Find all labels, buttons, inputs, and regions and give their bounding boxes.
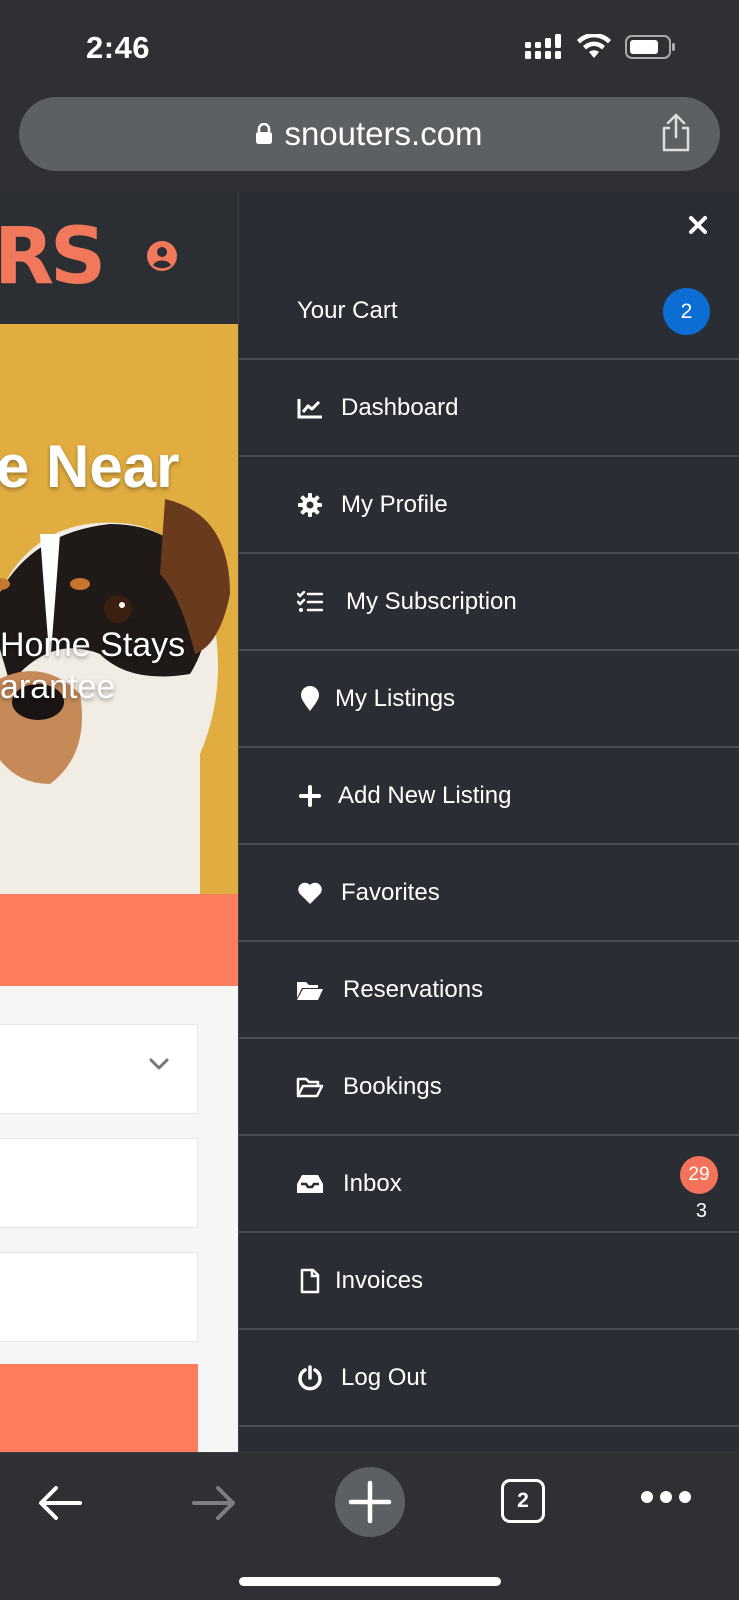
menu-item-label: Bookings (343, 1072, 442, 1100)
close-button[interactable] (683, 210, 713, 240)
browser-toolbar: 2 (0, 1452, 739, 1600)
power-icon (296, 1364, 324, 1392)
plus-icon (296, 782, 324, 810)
folder-open-outline-icon (296, 1073, 324, 1101)
more-menu-button[interactable] (640, 1489, 692, 1505)
hero-banner: e Near Home Stays arantee (0, 324, 239, 894)
arrow-left-icon (39, 1486, 82, 1520)
hero-title: e Near (0, 433, 180, 500)
hero-subtitle-line1: Home Stays (0, 626, 186, 664)
menu-item-add-listing[interactable]: Add New Listing (239, 748, 739, 845)
inbox-count: 3 (695, 1200, 707, 1222)
menu-item-listings[interactable]: My Listings (239, 651, 739, 748)
tab-count: 2 (501, 1479, 545, 1523)
inbox-icon (296, 1170, 324, 1198)
forward-button[interactable] (190, 1483, 238, 1523)
menu-item-logout[interactable]: Log Out (239, 1330, 739, 1427)
plus-icon (348, 1480, 392, 1524)
cart-count-badge: 2 (663, 288, 710, 335)
folder-open-icon (296, 976, 324, 1004)
input-field-1[interactable] (0, 1138, 198, 1228)
menu-item-label: Add New Listing (338, 781, 512, 809)
back-button[interactable] (36, 1483, 84, 1523)
side-menu: Your Cart 2 Dashboard My Profile My Subs… (238, 192, 739, 1452)
share-icon[interactable] (660, 113, 692, 153)
status-icons (525, 34, 677, 60)
hero-subtitle: Home Stays arantee (0, 624, 185, 708)
menu-item-label: Reservations (343, 975, 484, 1003)
map-pin-icon (296, 685, 324, 713)
menu-item-label: Favorites (341, 878, 440, 906)
menu-item-invoices[interactable]: Invoices (239, 1233, 739, 1330)
menu-item-label: Your Cart (297, 297, 398, 324)
hero-subtitle-line2: arantee (0, 668, 116, 706)
chart-line-icon (296, 394, 324, 422)
site-header: RS (0, 192, 239, 324)
status-bar: 2:46 (0, 0, 739, 95)
wifi-icon (577, 34, 611, 58)
arrow-right-icon (192, 1486, 235, 1520)
battery-icon (625, 35, 675, 59)
inbox-unread-badge: 29 (680, 1156, 718, 1194)
menu-item-bookings[interactable]: Bookings (239, 1039, 739, 1136)
cellular-signal-icon (525, 34, 561, 59)
select-field[interactable] (0, 1024, 198, 1114)
menu-item-inbox[interactable]: Inbox 29 3 (239, 1136, 739, 1233)
coral-band (0, 894, 239, 986)
url-text: snouters.com (284, 115, 483, 152)
menu-item-favorites[interactable]: Favorites (239, 845, 739, 942)
menu-item-label: Log Out (341, 1363, 427, 1391)
file-icon (296, 1267, 324, 1295)
search-form (0, 986, 239, 1452)
menu-item-cart[interactable]: Your Cart 2 (239, 264, 739, 360)
address-bar[interactable]: snouters.com (19, 97, 720, 171)
lock-icon (256, 123, 273, 144)
new-tab-button[interactable] (335, 1467, 405, 1537)
tabs-button[interactable]: 2 (501, 1479, 545, 1523)
menu-item-label: My Profile (341, 490, 448, 518)
menu-item-profile[interactable]: My Profile (239, 457, 739, 554)
menu-item-reservations[interactable]: Reservations (239, 942, 739, 1039)
list-check-icon (296, 588, 324, 616)
menu-item-label: My Listings (335, 684, 456, 712)
search-button[interactable] (0, 1364, 198, 1452)
menu-item-label: My Subscription (346, 587, 517, 615)
menu-item-label: Inbox (343, 1169, 402, 1197)
gear-icon (296, 491, 324, 519)
heart-icon (296, 879, 324, 907)
chevron-down-icon (149, 1058, 169, 1070)
menu-item-label: Invoices (335, 1266, 424, 1294)
input-field-2[interactable] (0, 1252, 198, 1342)
menu-list: Your Cart 2 Dashboard My Profile My Subs… (239, 264, 739, 1427)
user-account-icon[interactable] (146, 240, 178, 272)
close-icon (689, 216, 707, 234)
home-indicator (239, 1577, 501, 1586)
menu-item-dashboard[interactable]: Dashboard (239, 360, 739, 457)
status-time: 2:46 (86, 30, 151, 65)
more-dots-icon (641, 1491, 691, 1503)
site-logo[interactable]: RS (0, 212, 106, 302)
menu-item-subscription[interactable]: My Subscription (239, 554, 739, 651)
menu-item-label: Dashboard (341, 393, 459, 421)
